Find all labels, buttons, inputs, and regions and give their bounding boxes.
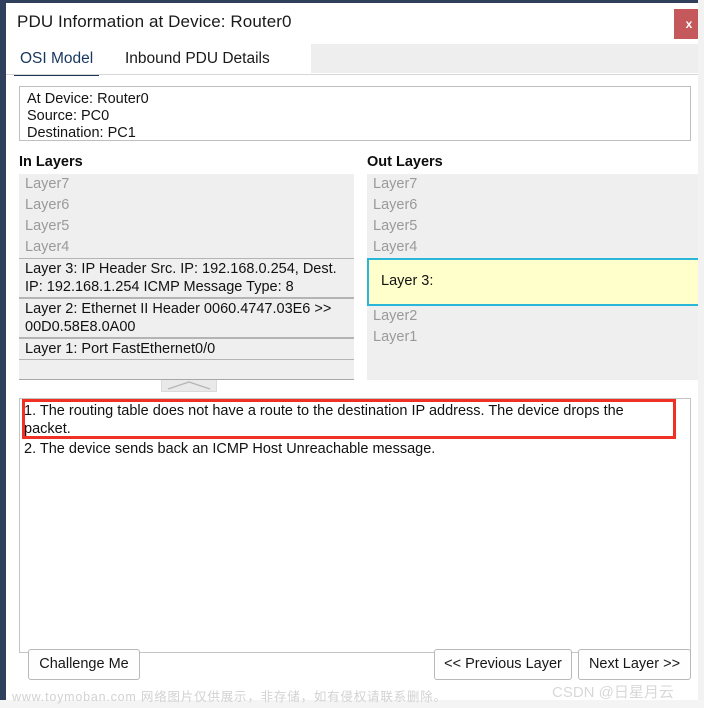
window-inner: PDU Information at Device: Router0 x OSI…: [6, 3, 704, 708]
destination-line: Destination: PC1: [27, 125, 136, 141]
out-layer-row[interactable]: Layer5: [367, 216, 702, 237]
source-line: Source: PC0: [27, 108, 110, 124]
pdu-summary-box: At Device: Router0 Source: PC0 Destinati…: [19, 86, 691, 141]
in-layer-row[interactable]: Layer 3: IP Header Src. IP: 192.168.0.25…: [19, 258, 354, 298]
description-item-1: 1. The routing table does not have a rou…: [24, 403, 624, 437]
in-layer-row[interactable]: Layer6: [19, 195, 354, 216]
at-device-line: At Device: Router0: [27, 91, 149, 107]
out-layers-heading: Out Layers: [367, 154, 443, 170]
title-bar: PDU Information at Device: Router0 x: [6, 3, 704, 44]
tab-content-osi-model: At Device: Router0 Source: PC0 Destinati…: [6, 76, 704, 708]
in-layer-row[interactable]: Layer5: [19, 216, 354, 237]
in-layer-row[interactable]: Layer4: [19, 237, 354, 258]
out-layer-row[interactable]: Layer1: [367, 327, 702, 348]
out-layer-row[interactable]: Layer4: [367, 237, 702, 258]
in-layers-heading: In Layers: [19, 154, 83, 170]
tab-strip-baseline: [6, 74, 704, 75]
watermark-right: CSDN @日星月云: [552, 684, 674, 701]
panel-splitter: [19, 379, 354, 393]
pdu-information-window: PDU Information at Device: Router0 x OSI…: [0, 0, 704, 708]
previous-layer-button[interactable]: << Previous Layer: [434, 649, 572, 680]
out-layer-row[interactable]: Layer2: [367, 306, 702, 327]
description-item-2: 2. The device sends back an ICMP Host Un…: [24, 441, 436, 457]
out-layers-list: Layer7 Layer6 Layer5 Layer4 Layer 3: Lay…: [367, 174, 702, 380]
layer-description-box[interactable]: 1. The routing table does not have a rou…: [19, 398, 691, 653]
window-right-edge: [698, 0, 704, 708]
in-layer-row[interactable]: Layer 2: Ethernet II Header 0060.4747.03…: [19, 298, 354, 338]
out-layer-row-selected[interactable]: Layer 3:: [367, 258, 702, 306]
watermark-left: www.toymoban.com 网络图片仅供展示，非存储，如有侵权请联系删除。: [12, 690, 447, 704]
next-layer-button[interactable]: Next Layer >>: [578, 649, 691, 680]
in-layer-row[interactable]: Layer7: [19, 174, 354, 195]
tab-inbound-pdu-details[interactable]: Inbound PDU Details: [119, 44, 276, 74]
window-title: PDU Information at Device: Router0: [17, 12, 292, 31]
in-layer-row[interactable]: Layer 1: Port FastEthernet0/0: [19, 338, 354, 360]
challenge-me-button[interactable]: Challenge Me: [28, 649, 140, 680]
collapse-up-icon[interactable]: [161, 380, 217, 392]
in-layers-list: Layer7 Layer6 Layer5 Layer4 Layer 3: IP …: [19, 174, 354, 380]
out-layer-row[interactable]: Layer7: [367, 174, 702, 195]
tab-osi-model[interactable]: OSI Model: [14, 44, 100, 78]
tab-strip: OSI Model Inbound PDU Details: [6, 44, 704, 78]
out-layer-row[interactable]: Layer6: [367, 195, 702, 216]
tab-strip-filler: [311, 44, 703, 73]
